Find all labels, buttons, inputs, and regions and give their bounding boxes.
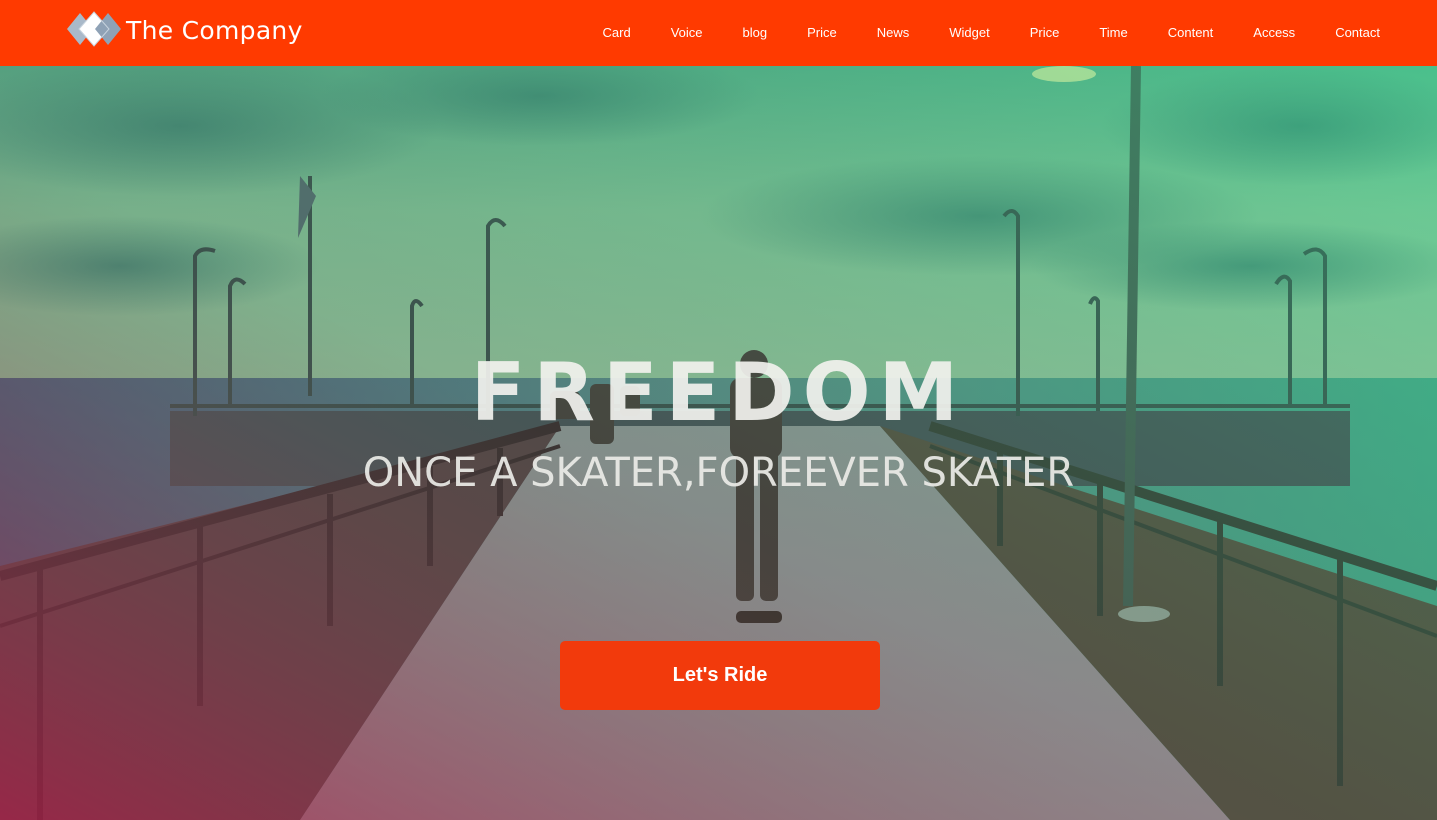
- nav-link-news[interactable]: News: [857, 0, 930, 66]
- nav-link-content[interactable]: Content: [1148, 0, 1234, 66]
- hero-subtitle: ONCE A SKATER,FOREEVER SKATER: [362, 450, 1075, 496]
- main-nav: Card Voice blog Price News Widget Price …: [583, 0, 1380, 66]
- nav-link-price-2[interactable]: Price: [1010, 0, 1080, 66]
- nav-link-voice[interactable]: Voice: [651, 0, 723, 66]
- nav-link-time[interactable]: Time: [1079, 0, 1147, 66]
- nav-link-card[interactable]: Card: [583, 0, 651, 66]
- site-header: The Company Card Voice blog Price News W…: [0, 0, 1437, 66]
- diamond-logo-icon: [67, 11, 121, 47]
- nav-link-blog[interactable]: blog: [723, 0, 788, 66]
- hero-section: FREEDOM ONCE A SKATER,FOREEVER SKATER Le…: [0, 66, 1437, 820]
- nav-link-widget[interactable]: Widget: [929, 0, 1009, 66]
- nav-link-access[interactable]: Access: [1233, 0, 1315, 66]
- hero-title: FREEDOM: [470, 345, 967, 439]
- brand-name: The Company: [126, 15, 303, 45]
- brand-logo[interactable]: The Company: [66, 10, 303, 50]
- nav-link-contact[interactable]: Contact: [1315, 0, 1380, 66]
- nav-link-price[interactable]: Price: [787, 0, 857, 66]
- lets-ride-button[interactable]: Let's Ride: [560, 641, 880, 710]
